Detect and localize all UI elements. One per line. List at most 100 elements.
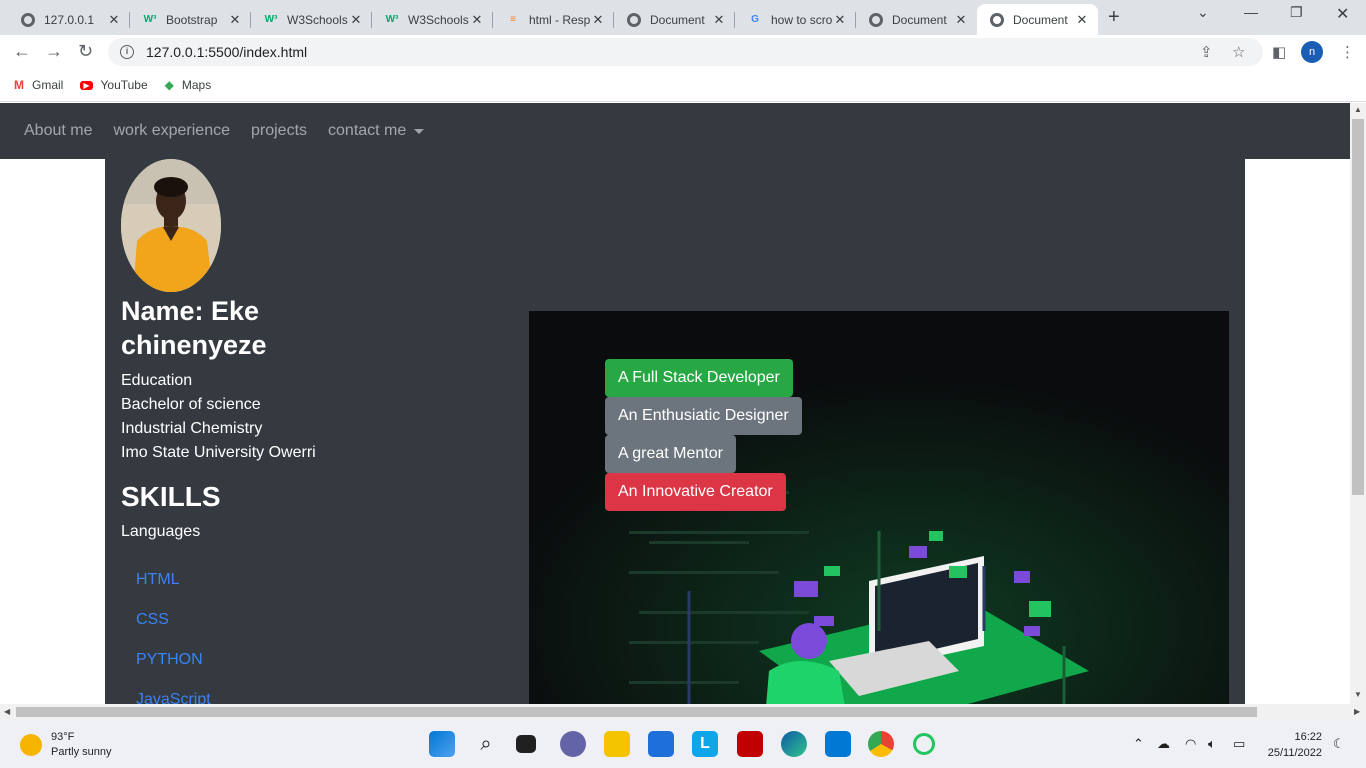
reload-icon[interactable]: ↻ — [78, 41, 93, 62]
w3schools-icon: W³ — [264, 14, 278, 25]
role-button-developer[interactable]: A Full Stack Developer — [605, 359, 793, 397]
bookmark-gmail[interactable]: M Gmail — [14, 78, 63, 92]
notifications-icon[interactable]: ☾ — [1333, 736, 1345, 752]
vertical-scroll-thumb[interactable] — [1352, 119, 1364, 495]
close-icon[interactable]: ✕ — [590, 12, 606, 28]
app-l-icon[interactable]: L — [692, 731, 718, 757]
forward-icon[interactable]: → — [45, 41, 63, 62]
partly-sunny-icon — [20, 734, 42, 756]
task-view-icon[interactable] — [516, 735, 536, 753]
skill-link-css[interactable]: CSS — [136, 611, 211, 651]
clock[interactable]: 16:22 25/11/2022 — [1262, 729, 1322, 761]
mcafee-icon[interactable] — [737, 731, 763, 757]
profile-avatar[interactable]: n — [1301, 41, 1323, 63]
vscode-icon[interactable] — [825, 731, 851, 757]
url-text[interactable]: 127.0.0.1:5500/index.html — [146, 44, 307, 60]
chevron-down-icon — [414, 128, 425, 134]
tab-3[interactable]: W³ W3Schools ✕ — [251, 4, 372, 35]
tab-strip: 127.0.0.1 ✕ W³ Bootstrap ✕ W³ W3Schools … — [0, 0, 1366, 35]
languages-label: Languages — [121, 523, 201, 540]
profile-photo — [121, 159, 221, 292]
close-icon[interactable]: ✕ — [953, 12, 969, 28]
tab-search-icon[interactable]: ⌄ — [1197, 4, 1209, 21]
back-icon[interactable]: ← — [13, 41, 31, 62]
tab-title: 127.0.0.1 — [44, 12, 95, 27]
bookmark-label: YouTube — [100, 78, 148, 92]
vertical-scrollbar[interactable]: ▲ ▼ — [1350, 103, 1366, 704]
education-degree: Bachelor of science — [121, 396, 261, 413]
horizontal-scrollbar[interactable]: ◀ ▶ — [0, 704, 1366, 720]
store-icon[interactable] — [648, 731, 674, 757]
bookmark-maps[interactable]: ◆ Maps — [165, 78, 212, 92]
tab-title: W3Schools — [287, 12, 348, 27]
edge-icon[interactable] — [781, 731, 807, 757]
tab-8[interactable]: Document ✕ — [856, 4, 977, 35]
tab-title: Document — [892, 12, 947, 27]
share-icon[interactable]: ⇪ — [1200, 43, 1213, 61]
globe-icon — [626, 12, 642, 28]
app-ring-icon[interactable] — [913, 733, 935, 755]
scroll-up-icon[interactable]: ▲ — [1354, 105, 1362, 114]
tab-title: Bootstrap — [166, 12, 218, 27]
weather-temp: 93°F — [51, 731, 75, 743]
horizontal-scroll-thumb[interactable] — [16, 707, 1257, 717]
wifi-icon[interactable]: ◠ — [1185, 736, 1196, 752]
skill-link-html[interactable]: HTML — [136, 571, 211, 611]
site-info-icon[interactable]: i — [120, 45, 134, 59]
skill-link-python[interactable]: PYTHON — [136, 651, 211, 691]
close-icon[interactable]: ✕ — [1074, 12, 1090, 28]
nav-contact-label: contact me — [328, 122, 407, 139]
close-icon[interactable]: ✕ — [227, 12, 243, 28]
role-button-mentor[interactable]: A great Mentor — [605, 435, 736, 473]
scroll-left-icon[interactable]: ◀ — [4, 707, 10, 716]
minimize-icon[interactable]: — — [1244, 4, 1258, 20]
nav-contact-me[interactable]: contact me — [328, 122, 425, 140]
close-window-icon[interactable]: ✕ — [1336, 4, 1349, 24]
close-icon[interactable]: ✕ — [832, 12, 848, 28]
start-icon[interactable] — [429, 731, 455, 757]
tab-1[interactable]: 127.0.0.1 ✕ — [8, 4, 130, 35]
role-button-designer[interactable]: An Enthusiatic Designer — [605, 397, 802, 435]
maximize-icon[interactable]: ❐ — [1290, 4, 1303, 21]
new-tab-icon[interactable]: + — [1108, 6, 1120, 29]
tab-title: W3Schools — [408, 12, 469, 27]
skill-link-javascript[interactable]: JavaScript — [136, 691, 211, 704]
tab-2[interactable]: W³ Bootstrap ✕ — [130, 4, 251, 35]
bookmark-label: Maps — [181, 78, 212, 92]
chat-icon[interactable] — [560, 731, 586, 757]
menu-icon[interactable]: ⋮ — [1340, 43, 1355, 61]
weather-widget[interactable]: 93°F Partly sunny — [20, 730, 112, 760]
cloud-icon[interactable]: ☁ — [1157, 736, 1170, 752]
scroll-right-icon[interactable]: ▶ — [1354, 707, 1360, 716]
volume-icon[interactable]: 🔈︎ — [1208, 736, 1216, 752]
address-bar[interactable]: i 127.0.0.1:5500/index.html — [108, 38, 1263, 66]
bookmark-star-icon[interactable]: ☆ — [1232, 43, 1245, 61]
role-button-creator[interactable]: An Innovative Creator — [605, 473, 786, 511]
stackoverflow-icon: ≡ — [510, 14, 516, 25]
close-icon[interactable]: ✕ — [348, 12, 364, 28]
chevron-up-icon[interactable]: ⌃ — [1133, 736, 1144, 752]
tab-6[interactable]: Document ✕ — [614, 4, 735, 35]
bookmark-youtube[interactable]: ▶ YouTube — [80, 78, 148, 92]
tab-active[interactable]: Document ✕ — [977, 4, 1098, 35]
nav-work-experience[interactable]: work experience — [113, 122, 230, 140]
side-panel-icon[interactable]: ◧ — [1272, 43, 1286, 61]
w3schools-icon: W³ — [143, 14, 157, 25]
clock-time: 16:22 — [1294, 731, 1322, 743]
tab-5[interactable]: ≡ html - Resp ✕ — [493, 4, 614, 35]
battery-icon[interactable]: ▭ — [1233, 736, 1245, 752]
file-explorer-icon[interactable] — [604, 731, 630, 757]
nav-about-me[interactable]: About me — [24, 122, 92, 140]
close-icon[interactable]: ✕ — [469, 12, 485, 28]
page-viewport: About me work experience projects contac… — [0, 103, 1350, 704]
close-icon[interactable]: ✕ — [711, 12, 727, 28]
tab-4[interactable]: W³ W3Schools ✕ — [372, 4, 493, 35]
tab-7[interactable]: G how to scro ✕ — [735, 4, 856, 35]
nav-projects[interactable]: projects — [251, 122, 307, 140]
tab-title: Document — [650, 12, 705, 27]
clock-date: 25/11/2022 — [1267, 747, 1322, 759]
scroll-down-icon[interactable]: ▼ — [1354, 690, 1362, 699]
chrome-icon[interactable] — [868, 731, 894, 757]
search-icon[interactable]: ⌕ — [473, 731, 499, 757]
close-icon[interactable]: ✕ — [106, 12, 122, 28]
